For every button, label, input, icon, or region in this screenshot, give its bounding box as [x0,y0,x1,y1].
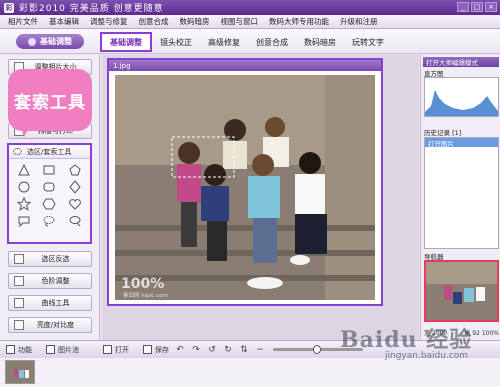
flip-icon[interactable]: ⇅ [239,345,249,355]
tab-creative-compose[interactable]: 创意合成 [248,32,296,52]
baidu-watermark-logo: Baidu 经验 [340,327,473,353]
magic-lasso-icon[interactable] [68,214,82,228]
tab-text[interactable]: 玩转文字 [344,32,392,52]
tab-advanced-repair[interactable]: 高级修复 [200,32,248,52]
brightness-contrast-button[interactable]: 亮度/对比度 [8,317,92,333]
rounded-rect-select-icon[interactable] [42,180,56,194]
baidu-watermark-url: jingyan.baidu.com [385,351,469,361]
canvas-area: 1.jpg 100% 素田网 hipic.com [102,55,419,340]
filmstrip-image [6,361,34,383]
save-icon [143,345,152,354]
undo-icon[interactable]: ↶ [175,345,185,355]
menu-basic-edit[interactable]: 基本编辑 [49,16,79,27]
folder-icon [103,345,112,354]
function-tab[interactable]: 功能 [6,345,32,355]
lasso-tool-group: 选区/套索工具 [7,143,92,244]
history-list: 打开图片 [424,137,499,249]
watermark-percentage: 100% [121,276,165,292]
zoom-out-icon[interactable]: − [255,345,265,355]
menu-master-functions[interactable]: 数码大师专用功能 [269,16,329,27]
group-photo-image [115,75,375,300]
navigator-thumbnail[interactable] [424,260,499,322]
master-edit-mode-button[interactable]: 打开大师编辑模式 [423,57,499,67]
menu-adjust-repair[interactable]: 调整与修复 [90,16,128,27]
menu-view-window[interactable]: 视图与窗口 [221,16,259,27]
levels-icon [14,276,24,286]
menu-creative[interactable]: 创意合成 [139,16,169,27]
redo-icon[interactable]: ↷ [191,345,201,355]
invert-icon [14,254,24,264]
history-item[interactable]: 打开图片 [425,138,498,148]
menu-file[interactable]: 相片文件 [8,16,38,27]
image-pool-tab[interactable]: 图片池 [46,345,79,355]
window-title: 彩影2010 完美品质 创意更随意 [19,4,164,14]
maximize-button[interactable]: □ [471,2,483,12]
left-tool-panel: 调整相片大小 排版与打印 选区/套索工具 选区反选 色阶调整 曲线工具 亮度/对… [0,55,100,340]
right-info-panel: 打开大师编辑模式 直方图 历史记录 [1] 打开图片 导航器 宽 2000 高 … [420,55,500,340]
function-icon [6,345,15,354]
histogram [424,77,499,117]
menu-bar: 相片文件 基本编辑 调整与修复 创意合成 数码暗房 视图与窗口 数码大师专用功能… [0,15,500,29]
tab-basic-adjust[interactable]: 基础调整 [100,32,152,52]
freehand-lasso-icon[interactable] [42,214,56,228]
save-button[interactable]: 保存 [143,345,169,355]
basic-adjust-button[interactable]: 基础调整 [16,34,84,49]
close-button[interactable]: × [485,2,497,12]
rotate-left-icon[interactable]: ↺ [207,345,217,355]
lasso-tool-callout: 套索工具 [8,69,92,137]
image-window-title[interactable]: 1.jpg [109,60,381,71]
circle-select-icon[interactable] [17,180,31,194]
selection-shape-grid [9,159,90,232]
pentagon-select-icon[interactable] [68,163,82,177]
rotate-right-icon[interactable]: ↻ [223,345,233,355]
title-bar: 彩 彩影2010 完美品质 创意更随意 _ □ × [0,0,500,15]
menu-darkroom[interactable]: 数码暗房 [180,16,210,27]
tab-lens-correction[interactable]: 镜头校正 [152,32,200,52]
window-controls: _ □ × [457,2,497,12]
triangle-select-icon[interactable] [17,163,31,177]
navigator-image [426,262,497,320]
tab-darkroom[interactable]: 数码暗房 [296,32,344,52]
diamond-select-icon[interactable] [68,180,82,194]
heart-select-icon[interactable] [68,197,82,211]
hexagon-select-icon[interactable] [42,197,57,211]
photo-canvas[interactable]: 100% 素田网 hipic.com [115,75,375,300]
curves-button[interactable]: 曲线工具 [8,295,92,311]
feature-tab-bar: 基础调整 基础调整 镜头校正 高级修复 创意合成 数码暗房 玩转文字 [0,29,500,54]
filmstrip [0,358,500,387]
app-logo-icon: 彩 [4,2,14,13]
minimize-button[interactable]: _ [457,2,469,12]
speech-bubble-select-icon[interactable] [17,214,31,228]
watermark-source: 素田网 hipic.com [123,293,168,299]
image-pool-icon [46,345,55,354]
open-button[interactable]: 打开 [103,345,129,355]
levels-button[interactable]: 色阶调整 [8,273,92,289]
lasso-icon [13,148,22,155]
curves-icon [14,298,24,308]
history-label: 历史记录 [1] [424,129,462,137]
feature-tabs: 基础调整 镜头校正 高级修复 创意合成 数码暗房 玩转文字 [100,32,392,52]
filmstrip-thumbnail[interactable] [5,360,35,384]
menu-upgrade-register[interactable]: 升级和注册 [340,16,378,27]
histogram-graph [425,90,498,116]
brightness-icon [14,320,24,330]
star-select-icon[interactable] [16,197,31,211]
lasso-tool-header[interactable]: 选区/套索工具 [9,145,90,159]
invert-selection-button[interactable]: 选区反选 [8,251,92,267]
rectangle-select-icon[interactable] [42,163,56,177]
zoom-slider-thumb[interactable] [313,345,321,354]
image-window: 1.jpg 100% 素田网 hipic.com [107,58,383,306]
